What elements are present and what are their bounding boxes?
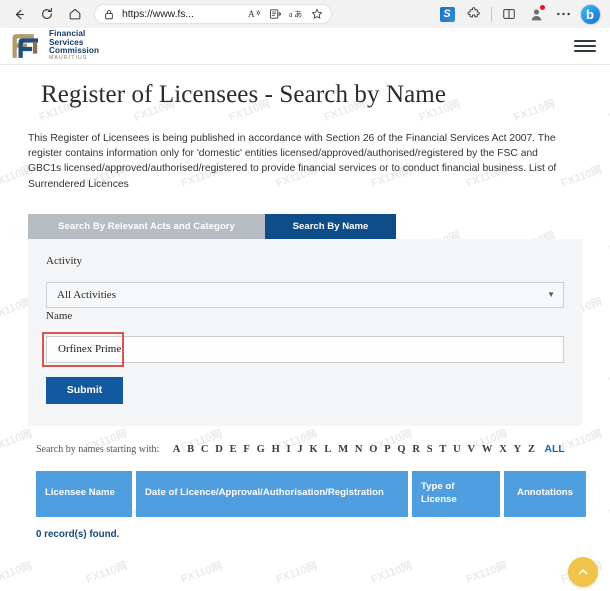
alphabet-letter-b[interactable]: B xyxy=(184,444,198,455)
alphabet-letter-s[interactable]: S xyxy=(423,444,436,455)
alphabet-letter-o[interactable]: O xyxy=(366,444,381,455)
tab-search-by-name[interactable]: Search By Name xyxy=(265,213,396,239)
logo-subtitle: MAURITIUS xyxy=(49,55,88,62)
watermark-text: FX110网 xyxy=(464,559,509,586)
profile-avatar-icon[interactable] xyxy=(524,3,548,25)
browser-extension-icon[interactable]: S xyxy=(435,3,459,25)
alphabet-filter-label: Search by names starting with: xyxy=(36,443,160,455)
logo-line-3: Commission xyxy=(49,46,100,56)
alphabet-all-link[interactable]: ALL xyxy=(538,443,564,455)
record-count-text: 0 record(s) found. xyxy=(36,528,120,540)
svg-text:A: A xyxy=(248,9,255,19)
alphabet-letter-v[interactable]: V xyxy=(464,444,478,455)
text-cursor xyxy=(122,342,124,356)
alphabet-letter-w[interactable]: W xyxy=(479,444,496,455)
activity-label: Activity xyxy=(46,254,83,267)
svg-text:a: a xyxy=(289,10,293,19)
alphabet-letter-k[interactable]: K xyxy=(306,444,321,455)
split-screen-icon[interactable] xyxy=(497,3,521,25)
address-bar[interactable]: https://www.fs... A aあ xyxy=(94,4,332,24)
extensions-puzzle-icon[interactable] xyxy=(462,3,486,25)
alphabet-letter-l[interactable]: L xyxy=(321,444,335,455)
alphabet-letter-m[interactable]: M xyxy=(335,444,352,455)
page-content: FX110网 FX110网 FX110网 FX110网 FX110网 FX110网 FX11… xyxy=(0,28,610,591)
browser-right-icons: S b xyxy=(435,3,604,25)
reload-icon[interactable] xyxy=(34,3,60,25)
lock-icon xyxy=(101,6,117,22)
hamburger-bar-3 xyxy=(574,50,596,52)
alphabet-letter-z[interactable]: Z xyxy=(525,444,539,455)
site-logo[interactable]: Financial Services Commission MAURITIUS xyxy=(10,29,100,62)
immersive-reader-icon[interactable] xyxy=(267,6,283,22)
name-input-row: Orfinex Prime xyxy=(42,331,564,367)
alphabet-letter-i[interactable]: I xyxy=(283,444,294,455)
alphabet-filter: Search by names starting with: ABCDEFGHI… xyxy=(36,443,582,455)
alphabet-letter-e[interactable]: E xyxy=(226,444,240,455)
name-label: Name xyxy=(46,309,73,322)
column-header-annotations[interactable]: Annotations xyxy=(504,470,586,517)
more-options-icon[interactable] xyxy=(551,3,575,25)
alphabet-letter-r[interactable]: R xyxy=(409,444,423,455)
fsc-logo-icon xyxy=(12,34,39,58)
alphabet-letter-f[interactable]: F xyxy=(240,444,253,455)
alphabet-letter-h[interactable]: H xyxy=(268,444,283,455)
chevron-up-icon xyxy=(578,569,588,575)
chevron-down-icon: ▼ xyxy=(547,290,555,300)
site-header: Financial Services Commission MAURITIUS xyxy=(0,28,610,65)
activity-select[interactable]: All Activities ▼ xyxy=(46,281,564,308)
profile-notification-dot xyxy=(540,5,545,10)
column-header-type-of-license[interactable]: Type of License xyxy=(412,470,500,517)
alphabet-letter-c[interactable]: C xyxy=(197,444,211,455)
watermark-text: FX110网 xyxy=(0,559,34,586)
activity-select-value: All Activities xyxy=(57,288,116,301)
hamburger-menu-icon[interactable] xyxy=(574,40,596,52)
hamburger-bar-1 xyxy=(574,40,596,42)
tab-search-by-acts[interactable]: Search By Relevant Acts and Category xyxy=(28,213,265,239)
intro-paragraph: This Register of Licensees is being publ… xyxy=(28,133,557,190)
address-bar-url: https://www.fs... xyxy=(122,8,194,20)
browser-toolbar: https://www.fs... A aあ S b xyxy=(0,0,610,28)
search-tabs: Search By Relevant Acts and Category Sea… xyxy=(28,213,396,239)
name-input-value: Orfinex Prime xyxy=(58,343,122,356)
scroll-to-top-button[interactable] xyxy=(568,557,598,587)
alphabet-letter-p[interactable]: P xyxy=(381,444,394,455)
copilot-icon[interactable]: b xyxy=(578,3,602,25)
home-icon[interactable] xyxy=(62,3,88,25)
column-header-date[interactable]: Date of Licence/Approval/Authorisation/R… xyxy=(136,470,408,517)
alphabet-letter-d[interactable]: D xyxy=(212,444,226,455)
alphabet-letter-t[interactable]: T xyxy=(436,444,450,455)
alphabet-letter-u[interactable]: U xyxy=(450,444,464,455)
favorite-star-icon[interactable] xyxy=(309,6,325,22)
read-aloud-icon[interactable]: A xyxy=(246,6,262,22)
alphabet-letter-list: ABCDEFGHIJKLMNOPQRSTUVWXYZ xyxy=(169,444,538,455)
watermark-text: FX110网 xyxy=(179,559,224,586)
toolbar-divider xyxy=(491,6,492,22)
alphabet-letter-g[interactable]: G xyxy=(253,444,268,455)
watermark-text: FX110网 xyxy=(274,559,319,586)
column-header-licensee-name[interactable]: Licensee Name xyxy=(36,470,132,517)
results-table-header: Licensee Name Date of Licence/Approval/A… xyxy=(36,470,590,517)
main-content: Register of Licensees - Search by Name T… xyxy=(0,81,610,540)
translate-icon[interactable]: aあ xyxy=(288,6,304,22)
alphabet-letter-a[interactable]: A xyxy=(169,444,183,455)
watermark-text: FX110网 xyxy=(369,559,414,586)
alphabet-letter-x[interactable]: X xyxy=(496,444,510,455)
page-title: Register of Licensees - Search by Name xyxy=(41,81,447,108)
alphabet-letter-q[interactable]: Q xyxy=(394,444,409,455)
name-input[interactable]: Orfinex Prime xyxy=(46,335,564,363)
logo-text: Financial Services Commission MAURITIUS xyxy=(49,29,100,62)
watermark-text: FX110网 xyxy=(84,559,129,586)
alphabet-letter-y[interactable]: Y xyxy=(510,444,524,455)
hamburger-bar-2 xyxy=(574,45,596,47)
search-form-panel: Activity All Activities ▼ Name Orfinex P… xyxy=(28,238,582,426)
back-arrow-icon[interactable] xyxy=(6,3,32,25)
svg-text:あ: あ xyxy=(294,10,302,19)
alphabet-letter-n[interactable]: N xyxy=(352,444,366,455)
submit-button[interactable]: Submit xyxy=(46,376,123,404)
alphabet-letter-j[interactable]: J xyxy=(294,444,306,455)
